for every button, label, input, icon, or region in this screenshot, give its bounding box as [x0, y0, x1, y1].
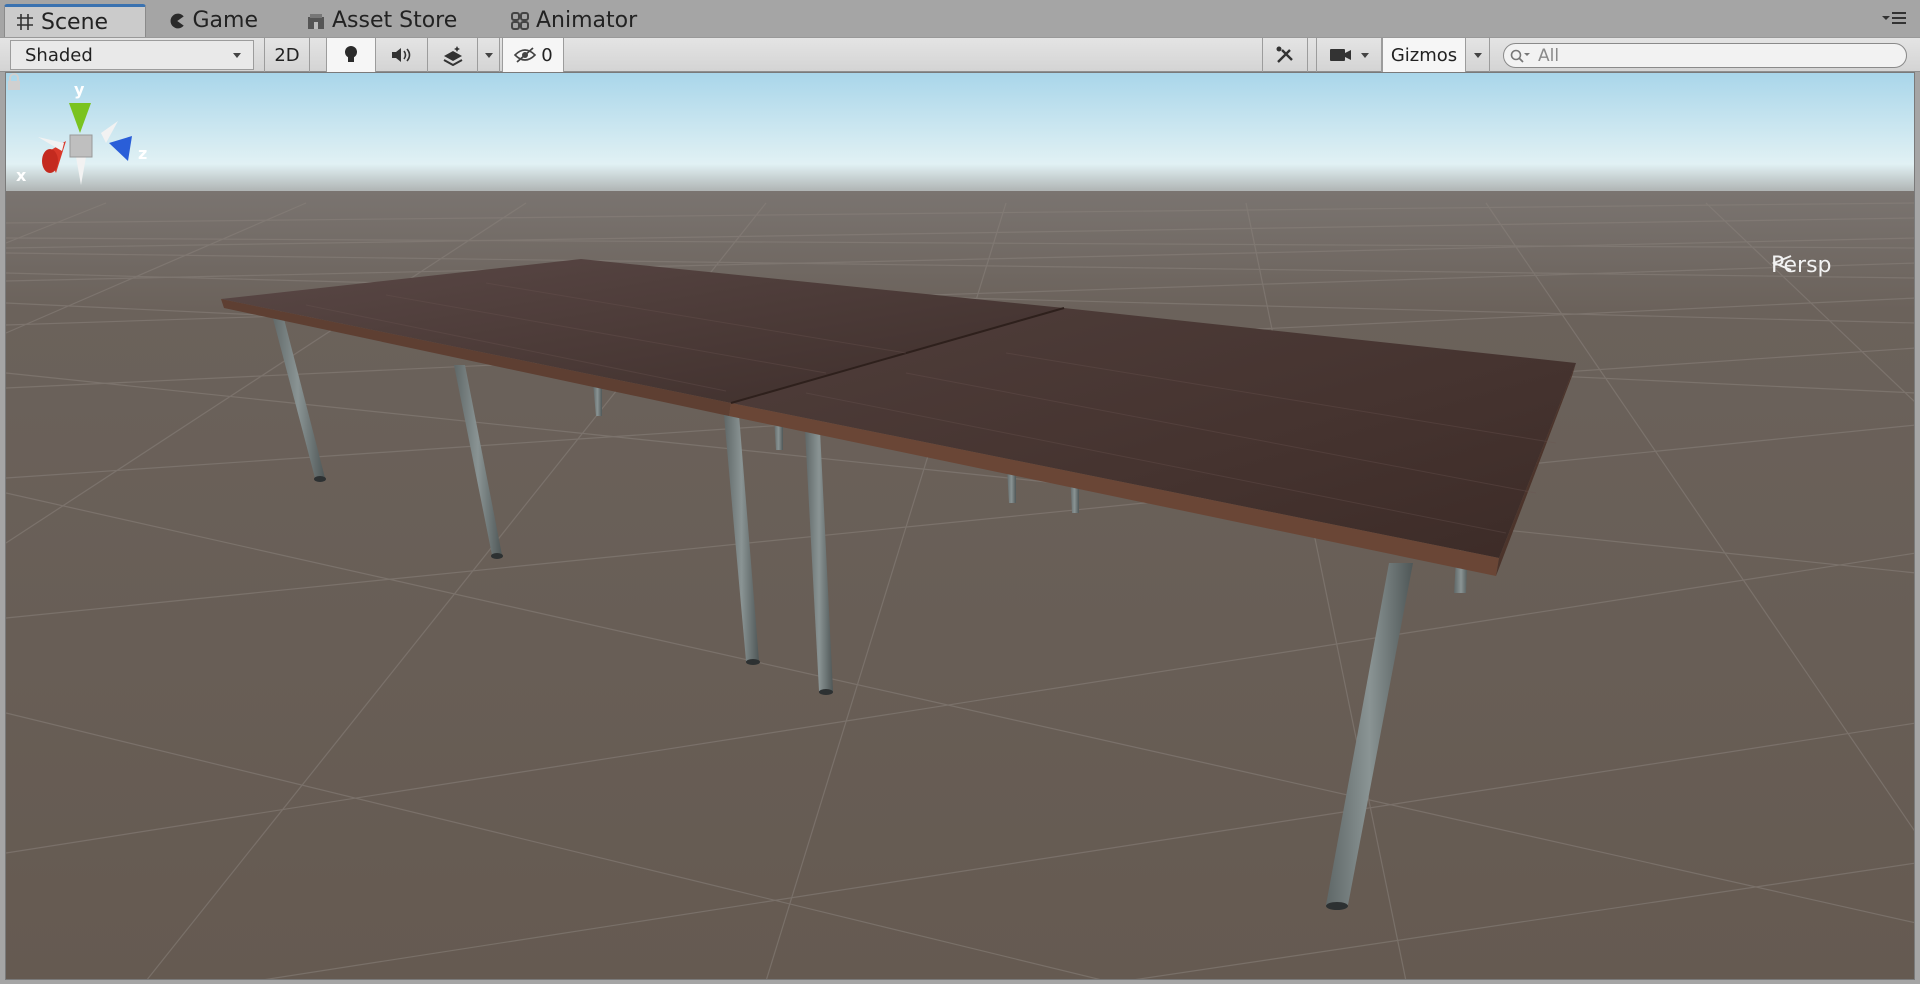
gizmos-toggle[interactable]: Gizmos — [1382, 38, 1466, 72]
search-icon — [1510, 49, 1530, 63]
eye-slash-icon — [514, 47, 537, 63]
scene-camera-dropdown[interactable] — [1316, 38, 1382, 72]
camera-icon — [1330, 49, 1351, 61]
tab-game[interactable]: Game — [158, 4, 268, 37]
scene-effects-toggle[interactable] — [428, 38, 478, 72]
tab-scene-label: Scene — [41, 9, 109, 35]
chevron-down-icon — [484, 52, 493, 58]
scene-audio-toggle[interactable] — [376, 38, 428, 72]
scene-effects-dropdown[interactable] — [478, 38, 500, 72]
scene-lighting-toggle[interactable] — [326, 38, 376, 72]
editor-tab-bar: Scene Game Asset Store Animator — [0, 0, 1920, 37]
axis-z-cone[interactable] — [109, 136, 132, 161]
orientation-gizmo[interactable]: y z x — [6, 73, 166, 213]
axis-z-label: z — [138, 144, 147, 163]
tab-animator[interactable]: Animator — [500, 4, 650, 37]
shading-mode-label: Shaded — [25, 44, 93, 66]
gizmos-dropdown[interactable] — [1466, 38, 1490, 72]
search-input[interactable] — [1538, 45, 1898, 66]
hidden-objects-count: 0 — [541, 44, 553, 66]
tab-scene[interactable]: Scene — [4, 4, 146, 37]
layers-effects-icon — [443, 46, 462, 66]
axis-x-label: x — [16, 166, 27, 185]
store-icon — [308, 13, 324, 29]
gizmos-label: Gizmos — [1390, 44, 1458, 66]
scene-viewport[interactable]: y z x Persp — [5, 72, 1915, 980]
chevron-down-icon — [1361, 52, 1369, 58]
lightbulb-icon — [345, 46, 357, 62]
scene-toolbar: Shaded 2D 0 Gizmos All — [0, 37, 1920, 72]
speaker-icon — [391, 48, 410, 62]
perspective-icon — [1771, 255, 1792, 271]
animator-icon — [511, 11, 529, 30]
chevron-down-icon — [1473, 52, 1482, 58]
tab-context-menu-icon[interactable] — [1880, 8, 1908, 28]
axis-y-label: y — [74, 80, 85, 99]
grid-icon — [17, 14, 33, 30]
lock-icon[interactable] — [6, 73, 22, 91]
axis-y-cone[interactable] — [69, 103, 91, 133]
tools-icon — [1276, 46, 1293, 63]
tab-game-label: Game — [192, 8, 259, 33]
hidden-objects-toggle[interactable]: 0 — [502, 38, 564, 72]
shading-mode-dropdown[interactable]: Shaded — [10, 40, 254, 70]
toggle-2d-button[interactable]: 2D — [264, 38, 310, 72]
gizmo-center-cube[interactable] — [69, 134, 93, 158]
chevron-down-icon — [233, 52, 241, 58]
hierarchy-search-field[interactable] — [1503, 43, 1907, 68]
skybox — [6, 73, 1914, 203]
tab-animator-label: Animator — [536, 8, 638, 33]
pacman-icon — [170, 13, 184, 28]
scene-render[interactable] — [6, 73, 1915, 980]
projection-toggle[interactable]: Persp — [1771, 253, 1832, 278]
scene-tools-toggle[interactable] — [1262, 38, 1308, 72]
toggle-2d-label: 2D — [274, 44, 300, 66]
tab-asset-store[interactable]: Asset Store — [296, 4, 476, 37]
tab-asset-store-label: Asset Store — [332, 8, 458, 33]
